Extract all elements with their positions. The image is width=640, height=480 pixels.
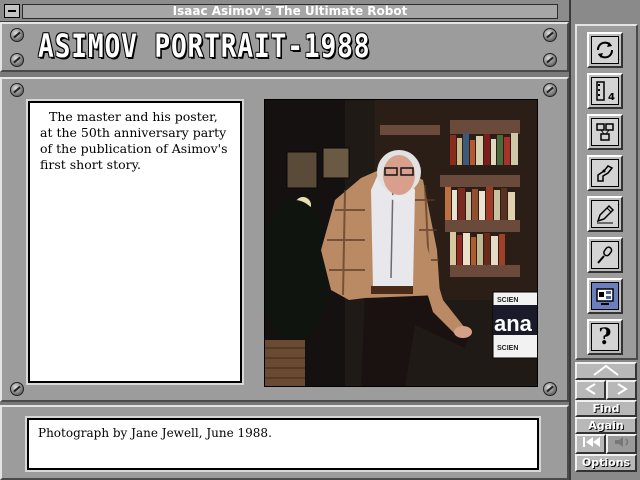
screw-icon	[543, 53, 557, 67]
help-button[interactable]: ?	[587, 319, 623, 355]
pen-writing-icon	[591, 200, 619, 228]
header-panel: ASIMOV PORTRAIT-1988	[0, 22, 569, 72]
film-strip-icon: 4	[591, 77, 619, 105]
options-button[interactable]: Options	[575, 454, 637, 472]
credit-panel: Photograph by Jane Jewell, June 1988.	[0, 405, 569, 480]
cycle-icon	[591, 36, 619, 64]
cycle-button[interactable]	[587, 32, 623, 68]
portrait-photo: SCIEN ana SCIEN	[264, 99, 538, 387]
caption-text-box: The master and his poster, at the 50th a…	[28, 101, 242, 383]
robot-arm-icon	[591, 159, 619, 187]
find-again-button[interactable]: Again	[575, 417, 637, 434]
scroll-up-button[interactable]	[575, 362, 637, 380]
left-arrow-icon	[584, 383, 596, 395]
right-arrow-icon	[616, 383, 628, 395]
photo-credit-box: Photograph by Jane Jewell, June 1988.	[27, 418, 539, 470]
forward-button[interactable]	[606, 434, 637, 454]
tool-badge: 4	[608, 92, 615, 103]
poster-text: ana	[494, 311, 533, 336]
audio-button[interactable]	[587, 237, 623, 273]
poster-text: SCIEN	[497, 345, 518, 352]
diagram-icon	[591, 118, 619, 146]
poster-text: SCIEN	[497, 297, 518, 304]
writings-button[interactable]	[587, 196, 623, 232]
navigation-pad: Find Again Options	[575, 362, 637, 478]
contents-button[interactable]: 4	[587, 73, 623, 109]
screw-icon	[543, 28, 557, 42]
screw-icon	[10, 83, 24, 97]
previous-page-button[interactable]	[575, 380, 606, 400]
screw-icon	[543, 382, 557, 396]
screw-icon	[543, 83, 557, 97]
system-menu-button[interactable]	[4, 4, 20, 18]
title-bar: Isaac Asimov's The Ultimate Robot ▼	[0, 0, 640, 22]
tool-button-panel: 4 ?	[575, 24, 638, 360]
screw-icon	[10, 28, 24, 42]
map-button[interactable]	[587, 114, 623, 150]
next-page-button[interactable]	[606, 380, 637, 400]
rewind-icon	[582, 437, 600, 447]
portraits-button[interactable]	[587, 278, 623, 314]
speaker-icon	[614, 437, 628, 447]
main-panel: The master and his poster, at the 50th a…	[0, 77, 569, 402]
back-button[interactable]	[575, 434, 606, 454]
microphone-icon	[591, 241, 619, 269]
monitor-icon	[591, 282, 619, 310]
up-arrow-icon	[593, 364, 619, 376]
window-title: Isaac Asimov's The Ultimate Robot	[22, 4, 558, 19]
screw-icon	[10, 382, 24, 396]
page-title: ASIMOV PORTRAIT-1988	[38, 27, 371, 65]
help-icon: ?	[591, 323, 619, 351]
screw-icon	[10, 53, 24, 67]
robots-button[interactable]	[587, 155, 623, 191]
find-button[interactable]: Find	[575, 400, 637, 417]
